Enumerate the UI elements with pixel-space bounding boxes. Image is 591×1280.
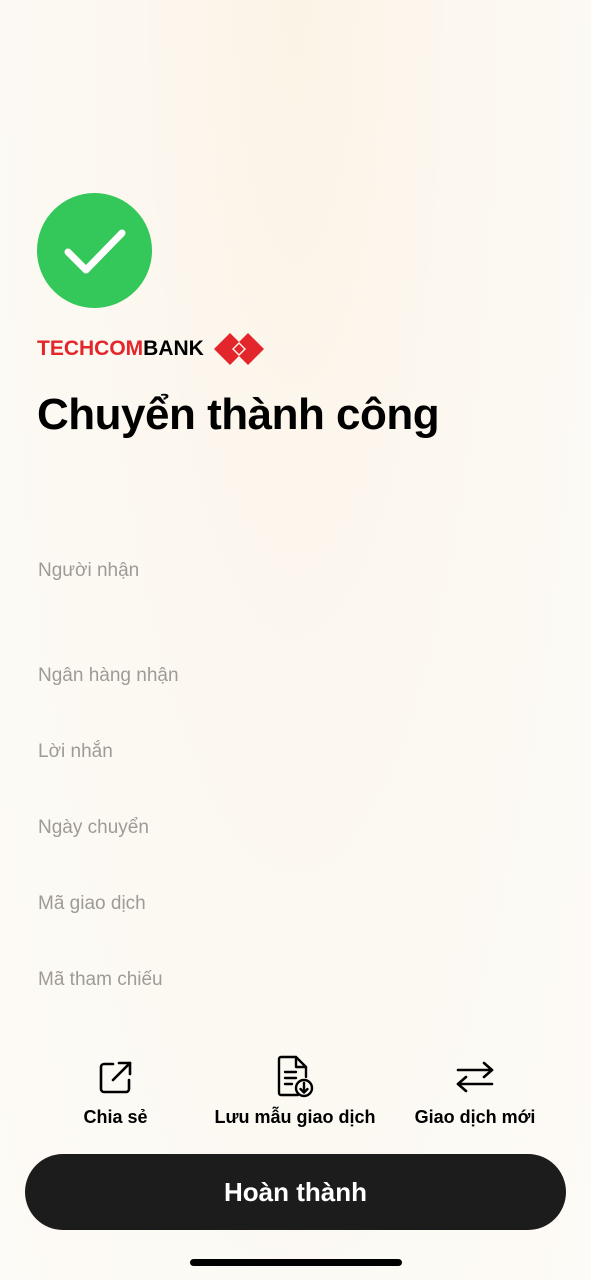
checkmark-icon [64, 229, 125, 273]
swap-arrows-icon [455, 1055, 495, 1099]
success-status-icon [37, 193, 152, 308]
share-button[interactable]: Chia sẻ [68, 1055, 163, 1128]
share-label: Chia sẻ [83, 1107, 148, 1127]
field-label-receiving-bank: Ngân hàng nhận [38, 665, 179, 686]
field-label-transfer-date: Ngày chuyển [38, 817, 149, 838]
field-label-message: Lời nhắn [38, 741, 113, 762]
save-template-icon [276, 1055, 314, 1099]
brand-name: TECHCOMBANK [37, 337, 204, 361]
field-label-reference-id: Mã tham chiếu [38, 969, 163, 990]
new-transaction-button[interactable]: Giao dịch mới [410, 1055, 540, 1128]
share-icon [98, 1055, 134, 1099]
page-title: Chuyển thành công [37, 390, 440, 439]
field-label-transaction-id: Mã giao dịch [38, 893, 146, 914]
brand-name-red-part: TECHCOM [37, 337, 144, 360]
techcombank-diamond-icon [213, 333, 264, 365]
techcombank-logo: TECHCOMBANK [37, 333, 264, 365]
save-template-label: Lưu mẫu giao dịch [214, 1107, 376, 1127]
done-button[interactable]: Hoàn thành [25, 1154, 566, 1230]
field-label-recipient: Người nhận [38, 560, 140, 581]
action-bar: Chia sẻ Lưu mẫu giao dịch Giao dịch mới [0, 1055, 591, 1135]
home-indicator[interactable] [190, 1259, 402, 1266]
new-transaction-label: Giao dịch mới [414, 1107, 536, 1127]
brand-name-dark-part: BANK [143, 337, 204, 360]
save-template-button[interactable]: Lưu mẫu giao dịch [205, 1055, 385, 1128]
